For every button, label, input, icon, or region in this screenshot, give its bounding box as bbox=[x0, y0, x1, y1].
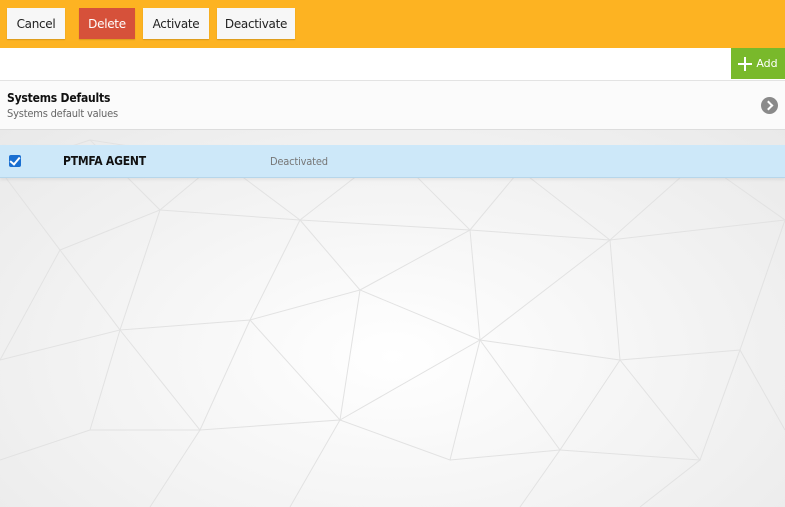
triangle-pattern bbox=[0, 139, 785, 507]
table-row[interactable]: PTMFA AGENT Deactivated bbox=[0, 145, 785, 178]
add-bar: Add bbox=[0, 48, 785, 81]
chevron-right-circle-icon[interactable] bbox=[761, 97, 778, 114]
row-name: PTMFA AGENT bbox=[63, 154, 146, 168]
action-toolbar: Cancel Delete Activate Deactivate bbox=[0, 0, 785, 48]
background-pattern bbox=[0, 130, 785, 507]
systems-defaults-section[interactable]: Systems Defaults Systems default values bbox=[0, 81, 785, 130]
activate-button[interactable]: Activate bbox=[143, 8, 209, 39]
row-status: Deactivated bbox=[270, 155, 328, 168]
row-checkbox[interactable] bbox=[9, 155, 21, 167]
cancel-button[interactable]: Cancel bbox=[7, 8, 65, 39]
plus-icon bbox=[738, 56, 753, 71]
section-title: Systems Defaults bbox=[7, 91, 111, 105]
section-subtitle: Systems default values bbox=[7, 107, 118, 120]
delete-button[interactable]: Delete bbox=[79, 8, 135, 39]
deactivate-button[interactable]: Deactivate bbox=[217, 8, 295, 39]
add-button[interactable]: Add bbox=[731, 48, 785, 79]
add-button-label: Add bbox=[756, 57, 778, 70]
